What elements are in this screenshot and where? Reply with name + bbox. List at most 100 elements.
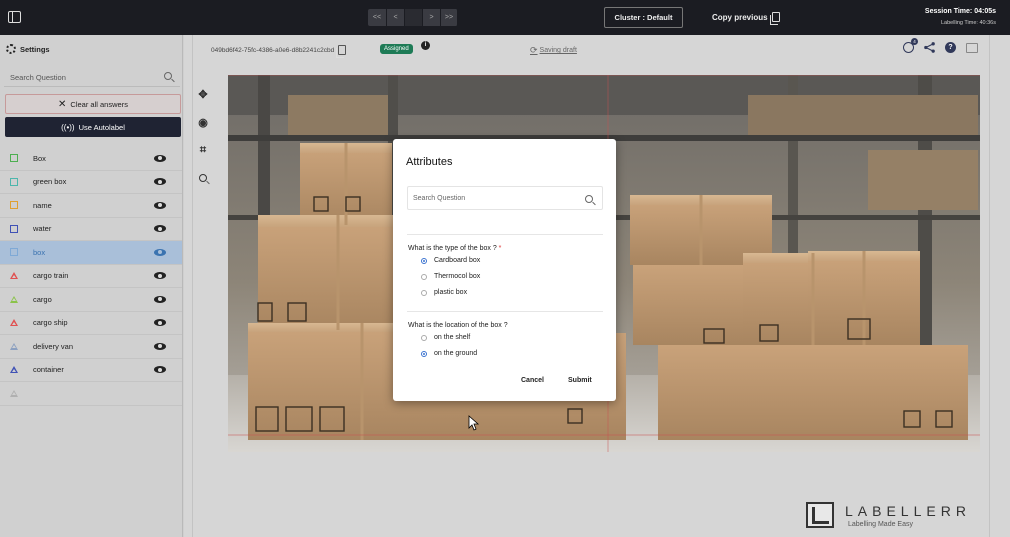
submit-button[interactable]: Submit [568, 377, 592, 384]
bounding-box-icon [10, 224, 18, 233]
zoom-tool-icon[interactable] [196, 171, 210, 185]
crop-tool-icon[interactable]: ⌗ [196, 143, 210, 157]
cancel-button[interactable]: Cancel [521, 377, 544, 384]
class-name: delivery van [33, 341, 74, 351]
dialog-search-input[interactable]: Search Question [407, 186, 603, 210]
first-image-button[interactable]: << [368, 9, 387, 26]
copy-previous-button[interactable]: Copy previous [712, 12, 780, 25]
target-tool-icon[interactable]: ◉ [196, 115, 210, 129]
class-item-delivery-van[interactable]: delivery van [0, 335, 182, 359]
question-text: What is the type of the box ? [408, 245, 497, 252]
saving-draft-link[interactable]: ⟳ Saving draft [530, 45, 577, 56]
copy-icon [769, 12, 780, 25]
settings-link[interactable]: Settings [6, 44, 50, 54]
radio-button[interactable] [421, 350, 427, 357]
class-name: green box [33, 177, 67, 187]
task-id-text: 049bd6f42-75fc-4386-a0e6-d8b2241c2cbd [211, 46, 335, 54]
current-image-indicator [405, 9, 423, 26]
question-text: What is the location of the box ? [408, 322, 508, 329]
dialog-search-placeholder: Search Question [413, 195, 466, 202]
bounding-box-icon [10, 177, 18, 186]
option-on-the-shelf[interactable]: on the shelf [421, 334, 470, 341]
polygon-icon [10, 295, 18, 303]
left-sidebar: Settings Search Question ✕ Clear all ans… [0, 35, 183, 537]
class-item-box-selected[interactable]: box [0, 241, 182, 265]
divider [407, 234, 603, 235]
eye-icon[interactable] [154, 272, 166, 280]
option-label: plastic box [434, 289, 468, 296]
header-actions: 4 ? [903, 38, 978, 53]
status-badge: Assigned [380, 44, 413, 54]
class-name: water [33, 224, 52, 234]
saving-draft-label: Saving draft [539, 47, 577, 54]
info-icon[interactable]: i [421, 41, 430, 50]
class-item-name[interactable]: name [0, 194, 182, 218]
polygon-icon [10, 342, 18, 350]
class-name: cargo train [33, 271, 69, 281]
class-item-container[interactable]: container [0, 359, 182, 382]
radio-button[interactable] [421, 289, 427, 296]
image-navigation: << < > >> [368, 9, 458, 26]
close-icon: ✕ [58, 98, 67, 110]
class-item-box[interactable]: Box [0, 147, 182, 171]
option-label: on the ground [434, 350, 478, 357]
help-icon[interactable]: ? [945, 42, 956, 53]
class-item-water[interactable]: water [0, 218, 182, 241]
settings-label: Settings [20, 44, 50, 54]
sidebar-toggle-icon[interactable] [8, 11, 21, 23]
radio-button[interactable] [421, 334, 427, 341]
eye-icon[interactable] [154, 248, 166, 256]
sidebar-search-input[interactable]: Search Question [4, 66, 180, 87]
option-plastic-box[interactable]: plastic box [421, 289, 467, 296]
labelling-time: Labelling Time: 40:36s [940, 20, 996, 26]
move-tool-icon[interactable]: ✥ [196, 87, 210, 101]
option-thermocol-box[interactable]: Thermocol box [421, 273, 480, 280]
class-name: box [33, 247, 46, 257]
use-autolabel-button[interactable]: ((•)) Use Autolabel [5, 117, 181, 137]
history-icon[interactable]: 4 [903, 38, 918, 53]
brand-tagline: Labelling Made Easy [848, 521, 913, 528]
option-on-the-ground[interactable]: on the ground [421, 350, 477, 357]
eye-icon[interactable] [154, 201, 166, 209]
eye-icon[interactable] [154, 342, 166, 350]
copy-id-icon[interactable] [336, 45, 347, 58]
eye-icon[interactable] [154, 154, 166, 162]
radio-button[interactable] [421, 257, 427, 264]
broadcast-icon: ((•)) [61, 122, 75, 132]
option-label: Thermocol box [434, 273, 481, 280]
required-marker: * [498, 245, 502, 252]
eye-icon[interactable] [154, 366, 166, 374]
last-image-button[interactable]: >> [441, 9, 458, 26]
cluster-select-button[interactable]: Cluster : Default [604, 7, 683, 28]
class-name: cargo ship [33, 318, 68, 328]
copy-previous-label: Copy previous [712, 12, 768, 22]
eye-icon[interactable] [154, 295, 166, 303]
top-bar: << < > >> Cluster : Default Copy previou… [0, 0, 1010, 35]
class-name: container [33, 365, 64, 375]
polygon-icon [10, 319, 18, 327]
class-item-cargo-train[interactable]: cargo train [0, 265, 182, 288]
class-item-green-box[interactable]: green box [0, 171, 182, 194]
history-count-badge: 4 [911, 38, 918, 45]
sync-icon: ⟳ [530, 45, 538, 55]
option-label: Cardboard box [434, 257, 481, 264]
class-item-cargo[interactable]: cargo [0, 288, 182, 312]
eye-icon[interactable] [154, 225, 166, 233]
comment-icon[interactable] [966, 42, 978, 53]
share-icon[interactable] [924, 42, 935, 53]
class-name: Box [33, 153, 46, 163]
class-item-cargo-ship[interactable]: cargo ship [0, 312, 182, 335]
eye-icon[interactable] [154, 319, 166, 327]
clear-all-answers-button[interactable]: ✕ Clear all answers [5, 94, 181, 114]
clear-all-label: Clear all answers [70, 99, 128, 109]
class-name: name [33, 200, 52, 210]
option-cardboard-box[interactable]: Cardboard box [421, 257, 480, 264]
eye-icon[interactable] [154, 178, 166, 186]
class-item-faded[interactable] [0, 382, 182, 406]
option-label: on the shelf [434, 334, 471, 341]
sidebar-search-placeholder: Search Question [10, 73, 66, 82]
radio-button[interactable] [421, 273, 427, 280]
divider [407, 311, 603, 312]
next-image-button[interactable]: > [423, 9, 441, 26]
previous-image-button[interactable]: < [387, 9, 405, 26]
